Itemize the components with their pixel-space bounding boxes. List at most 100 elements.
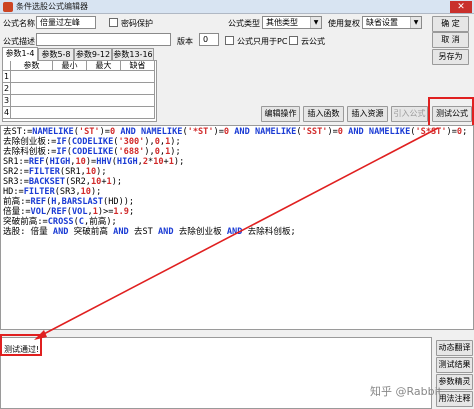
code-keyword: CODELIKE (71, 137, 114, 147)
output-pane: 测试通过! (0, 337, 432, 409)
close-button[interactable]: ✕ (450, 1, 472, 13)
rights-select[interactable]: 缺省设置 ▼ (362, 16, 422, 29)
code-keyword: IF (56, 147, 67, 157)
param-row[interactable] (11, 71, 155, 83)
version-label: 版本 (177, 37, 193, 46)
grid-header-default: 缺省 (121, 61, 155, 71)
import-formula-button[interactable]: 引入公式 (391, 106, 428, 122)
code-line: 倍量:=VOL/REF(VOL,1)>=1.9; (3, 207, 134, 217)
code-keyword: REF (30, 197, 47, 207)
code-text: ); (173, 157, 185, 167)
code-text: (SR1, (59, 167, 86, 177)
cancel-button[interactable]: 取 消 (432, 32, 469, 48)
code-line: 前高:=REF(H,BARSLAST(HD)); (3, 197, 134, 207)
param-row[interactable] (11, 83, 155, 95)
grid-corner (3, 61, 11, 71)
rights-label: 使用复权 (328, 19, 360, 28)
edit-operations-button[interactable]: 编辑操作 (261, 106, 300, 122)
code-text: (SR3, (54, 187, 81, 197)
window-title: 条件选股公式编辑器 (16, 2, 88, 11)
insert-resource-button[interactable]: 插入资源 (347, 106, 388, 122)
code-line: 突破前高:=CROSS(C,前高); (3, 217, 117, 227)
code-text: )>= (97, 207, 114, 217)
code-text: ); (170, 147, 181, 157)
code-text: ), (144, 137, 155, 147)
code-text: (SR2, (65, 177, 91, 187)
param-row[interactable] (11, 95, 155, 107)
code-text: ,前高); (83, 217, 117, 227)
code-literal: 'S*ST' (415, 127, 447, 137)
code-keyword: FILTER (23, 187, 55, 197)
dynamic-translate-button[interactable]: 动态翻译 (436, 340, 473, 356)
code-keyword: FILTER (28, 167, 60, 177)
code-text: ); (170, 137, 181, 147)
test-result-button[interactable]: 测试结果 (436, 357, 473, 373)
code-text: 前高:= (3, 197, 31, 207)
code-literal: 'ST' (78, 127, 100, 137)
version-input[interactable]: 0 (199, 33, 219, 46)
code-text: )= (327, 127, 338, 137)
code-keyword: REF (51, 207, 67, 217)
code-text: 去除科创板:= (3, 147, 57, 157)
param-row[interactable] (11, 107, 155, 119)
confirm-button[interactable]: 确 定 (432, 16, 469, 32)
password-checkbox[interactable] (109, 18, 118, 27)
code-literal: 10 (80, 187, 91, 197)
code-keyword: BACKSET (28, 177, 66, 187)
pc-only-checkbox[interactable] (225, 36, 234, 45)
code-keyword: NAMELIKE (32, 127, 74, 137)
insert-function-button[interactable]: 插入函数 (303, 106, 344, 122)
save-as-button[interactable]: 另存为 (432, 49, 469, 65)
formula-type-select[interactable]: 其他类型 ▼ (262, 16, 322, 29)
code-literal: 'SST' (301, 127, 328, 137)
cloud-label: 云公式 (301, 37, 325, 46)
formula-type-value: 其他类型 (266, 18, 298, 27)
app-icon (3, 2, 13, 12)
formula-desc-label: 公式描述 (3, 37, 35, 46)
code-text: ; (462, 127, 468, 137)
code-line: SR1:=REF(HIGH,10)=HHV(HIGH,2*10+1); (3, 157, 184, 167)
code-text: )= (213, 127, 224, 137)
formula-desc-input[interactable] (36, 33, 171, 46)
code-keyword: NAMELIKE (254, 127, 297, 137)
code-text: )= (99, 127, 110, 137)
password-label: 密码保护 (121, 19, 153, 28)
output-highlight-box (0, 334, 42, 356)
code-line: 去除科创板:=IF(CODELIKE('688'),0,1); (3, 147, 181, 157)
grid-header-param: 参数 (11, 61, 53, 71)
code-text: 去ST (128, 227, 158, 237)
code-text: )= (85, 157, 97, 167)
code-literal: 1.9 (113, 207, 129, 217)
formula-name-input[interactable]: 倍量过左峰 (36, 16, 96, 29)
code-text: )= (446, 127, 457, 137)
code-text: (HD)); (103, 197, 135, 207)
code-keyword: AND (52, 227, 69, 237)
code-text: 突破前高 (68, 227, 114, 237)
formula-name-label: 公式名称 (3, 19, 35, 28)
code-text: ); (111, 177, 123, 187)
code-editor[interactable]: 去ST:=NAMELIKE('ST')=0 AND NAMELIKE('*ST'… (0, 125, 474, 330)
code-text: 选股: 倍量 (3, 227, 53, 237)
tab-params-1-4[interactable]: 参数1-4 (2, 47, 38, 61)
formula-type-label: 公式类型 (228, 19, 260, 28)
code-keyword: CODELIKE (71, 147, 114, 157)
code-keyword: VOL (30, 207, 47, 217)
chevron-down-icon: ▼ (410, 17, 421, 28)
code-text: 去ST:= (3, 127, 33, 137)
code-keyword: HHV (96, 157, 112, 167)
code-literal: 10 (75, 157, 86, 167)
code-text: SR2:= (3, 167, 29, 177)
cloud-checkbox[interactable] (289, 36, 298, 45)
code-text: 去除创业板 (173, 227, 227, 237)
grid-header-min: 最小 (53, 61, 87, 71)
code-text: 去除科创板; (242, 227, 296, 237)
code-keyword: HIGH (116, 157, 138, 167)
code-literal: '688' (118, 147, 145, 157)
code-keyword: AND (120, 127, 136, 137)
code-text: 突破前高:= (3, 217, 48, 227)
code-keyword: CROSS (47, 217, 74, 227)
grid-header-max: 最大 (87, 61, 121, 71)
grid-row-number: 3 (3, 95, 11, 107)
grid-row-number: 2 (3, 83, 11, 95)
grid-row-number: 4 (3, 107, 11, 119)
